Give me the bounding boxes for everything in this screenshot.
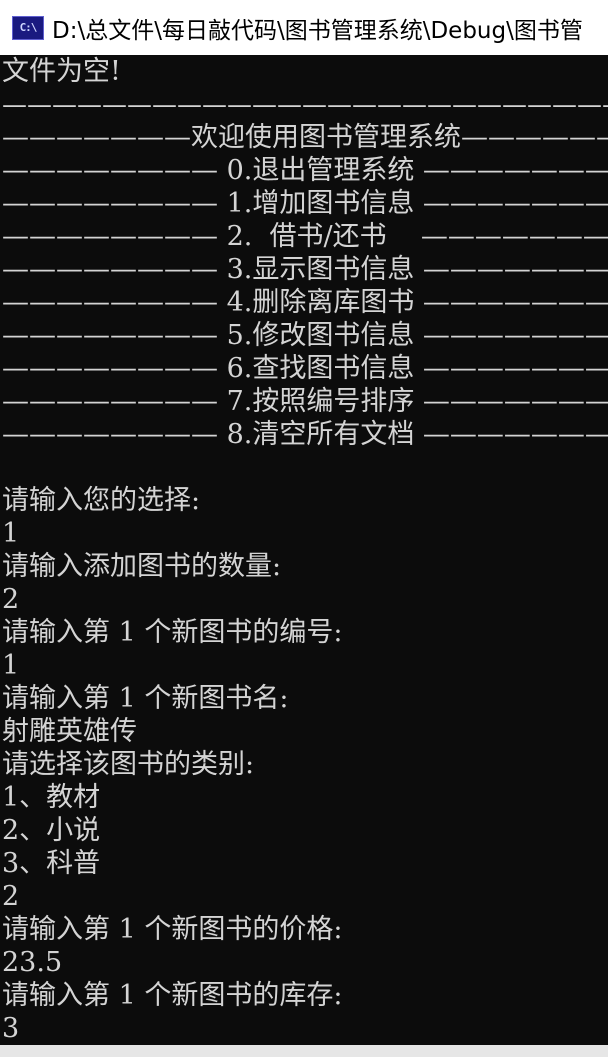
console-line-input: 2	[2, 584, 20, 615]
console-line-input: 射雕英雄传	[2, 716, 137, 747]
console-line-input: 3	[2, 1013, 20, 1044]
console-line-separator: ————————————————————————————————	[2, 90, 608, 119]
console-line-input: 1	[2, 518, 20, 549]
console-line-option: 2、小说	[2, 815, 101, 846]
console-line-input: 1	[2, 650, 20, 681]
console-line-prompt: 请输入第 1 个新图书的编号:	[2, 617, 343, 648]
console-output[interactable]: 文件为空! ———————————————————————————————— —…	[0, 55, 608, 1045]
console-line-prompt: 请选择该图书的类别:	[2, 749, 255, 780]
window-bottom-edge	[0, 1045, 608, 1057]
console-line-option: 1、教材	[2, 782, 101, 813]
console-line-menu-item: ———————— 1.增加图书信息 ————————	[2, 188, 608, 219]
title-bar[interactable]: C:\ D:\总文件\每日敲代码\图书管理系统\Debug\图书管	[0, 0, 608, 55]
console-line-menu-item: ———————— 6.查找图书信息 ————————	[2, 353, 608, 384]
console-line-prompt: 请输入添加图书的数量:	[2, 551, 282, 582]
console-window: C:\ D:\总文件\每日敲代码\图书管理系统\Debug\图书管 文件为空! …	[0, 0, 608, 1057]
console-line-status: 文件为空!	[2, 56, 121, 87]
console-line-input: 23.5	[2, 947, 63, 978]
console-line-prompt: 请输入第 1 个新图书的库存:	[2, 980, 343, 1011]
console-line-option: 3、科普	[2, 848, 101, 879]
console-line-menu-item: ———————— 3.显示图书信息 ————————	[2, 254, 608, 285]
console-line-menu-item: ———————— 7.按照编号排序 ————————	[2, 386, 608, 417]
console-line-prompt: 请输入第 1 个新图书的价格:	[2, 914, 343, 945]
console-line-menu-item: ———————— 8.清空所有文档 ————————	[2, 419, 608, 450]
window-title: D:\总文件\每日敲代码\图书管理系统\Debug\图书管	[52, 17, 583, 44]
console-line-menu-item: ———————— 2. 借书/还书 ————————	[2, 221, 608, 252]
console-line-menu-item: ———————— 0.退出管理系统 ————————	[2, 155, 608, 186]
console-line-menu-item: ———————— 4.删除离库图书 ————————	[2, 287, 608, 318]
console-line-menu-header: ———————欢迎使用图书管理系统———————	[2, 122, 608, 153]
console-line-prompt: 请输入第 1 个新图书名:	[2, 683, 289, 714]
console-app-icon: C:\	[12, 15, 44, 40]
console-line-prompt: 请输入您的选择:	[2, 485, 201, 516]
console-line-input: 2	[2, 881, 20, 912]
console-line-menu-item: ———————— 5.修改图书信息 ————————	[2, 320, 608, 351]
